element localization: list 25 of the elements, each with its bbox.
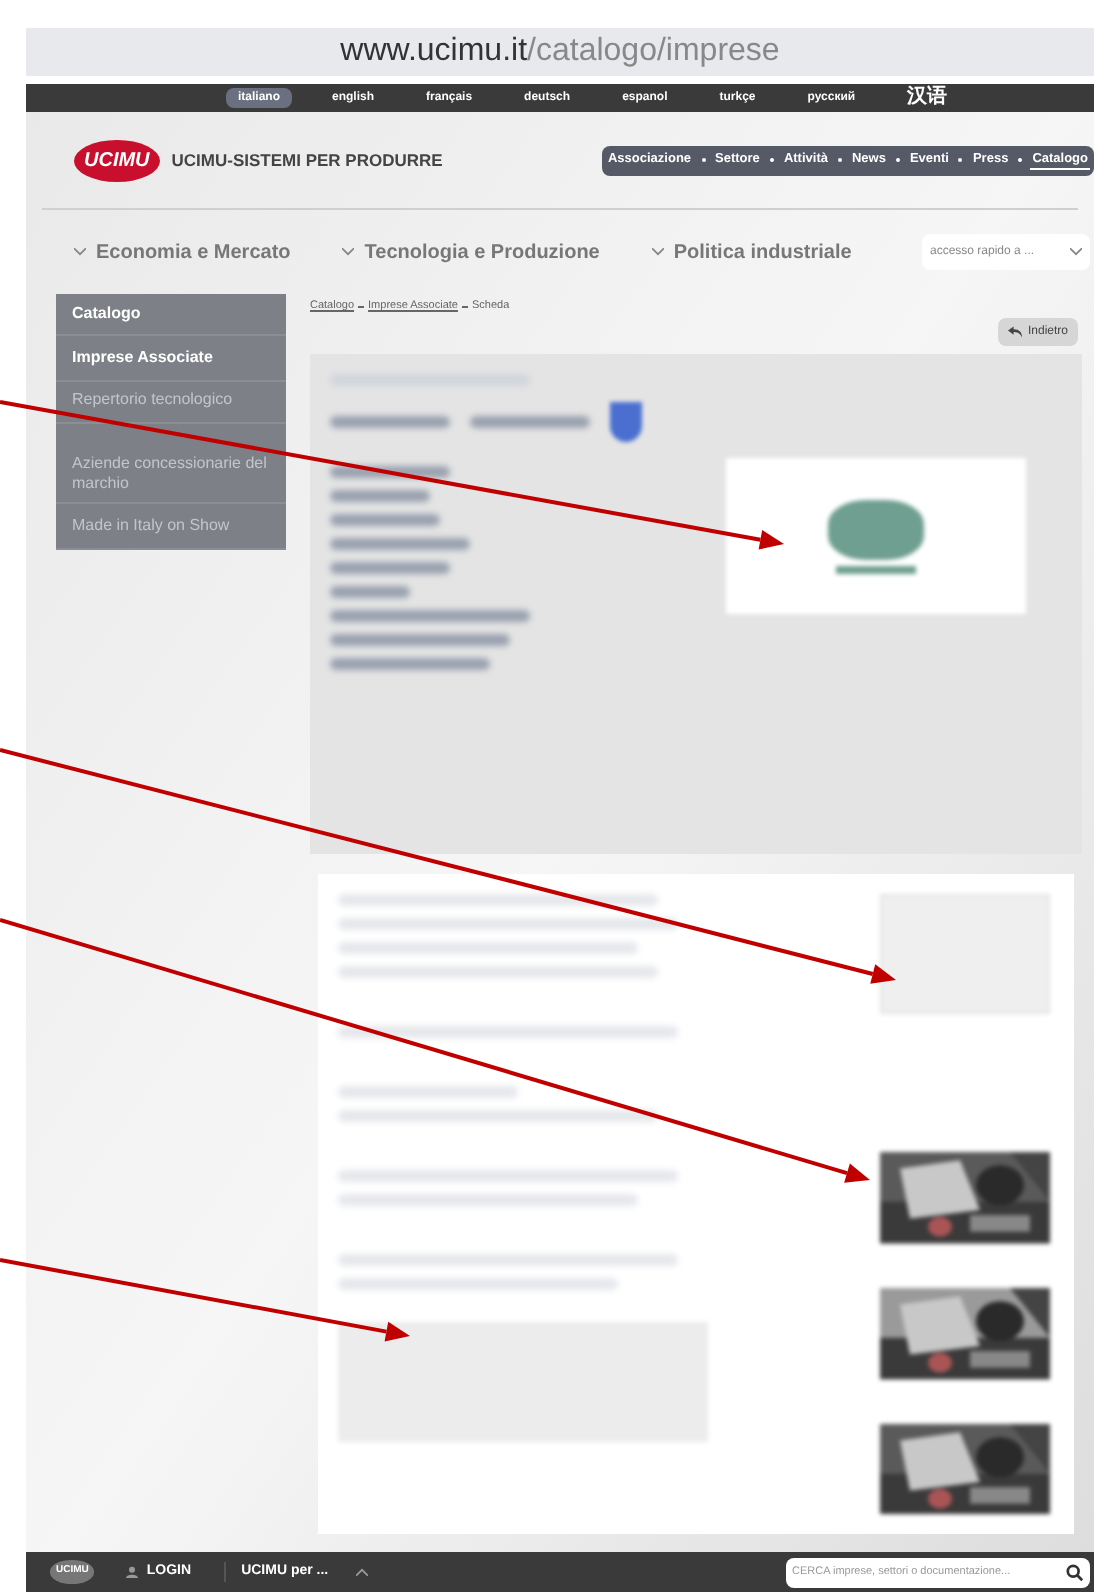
chevron-down-icon	[342, 248, 355, 256]
blurred-line	[330, 586, 410, 599]
blurred-line	[330, 490, 430, 503]
sidebar-item[interactable]: Imprese Associate	[56, 336, 286, 382]
caret-up-icon	[356, 1568, 369, 1576]
address-bar[interactable]: www.ucimu.it/catalogo/imprese	[26, 28, 1094, 76]
chevron-down-icon	[1070, 248, 1082, 256]
chevron-down-icon	[651, 248, 664, 256]
blurred-line	[330, 416, 450, 429]
logo[interactable]: UCIMU	[74, 139, 160, 181]
topic-menu[interactable]: Tecnologia e Produzione	[342, 237, 600, 267]
blurred-line	[330, 562, 450, 575]
blurred-line	[330, 514, 440, 527]
sidebar-title[interactable]: Catalogo	[56, 294, 286, 336]
blurred-line	[470, 416, 590, 429]
chevron-down-icon	[74, 248, 86, 256]
badge-icon	[610, 402, 642, 443]
topic-menu[interactable]: Politica industriale	[651, 237, 852, 267]
topic-menu[interactable]: Economia e Mercato	[74, 237, 291, 267]
brand-name: UCIMU-SISTEMI PER PRODURRE	[171, 147, 443, 173]
search-icon	[1066, 1563, 1084, 1581]
back-arrow-icon	[1007, 326, 1022, 339]
blurred-line	[330, 538, 470, 551]
language-tab[interactable]: 汉语	[895, 86, 960, 110]
user-icon	[126, 1566, 139, 1578]
